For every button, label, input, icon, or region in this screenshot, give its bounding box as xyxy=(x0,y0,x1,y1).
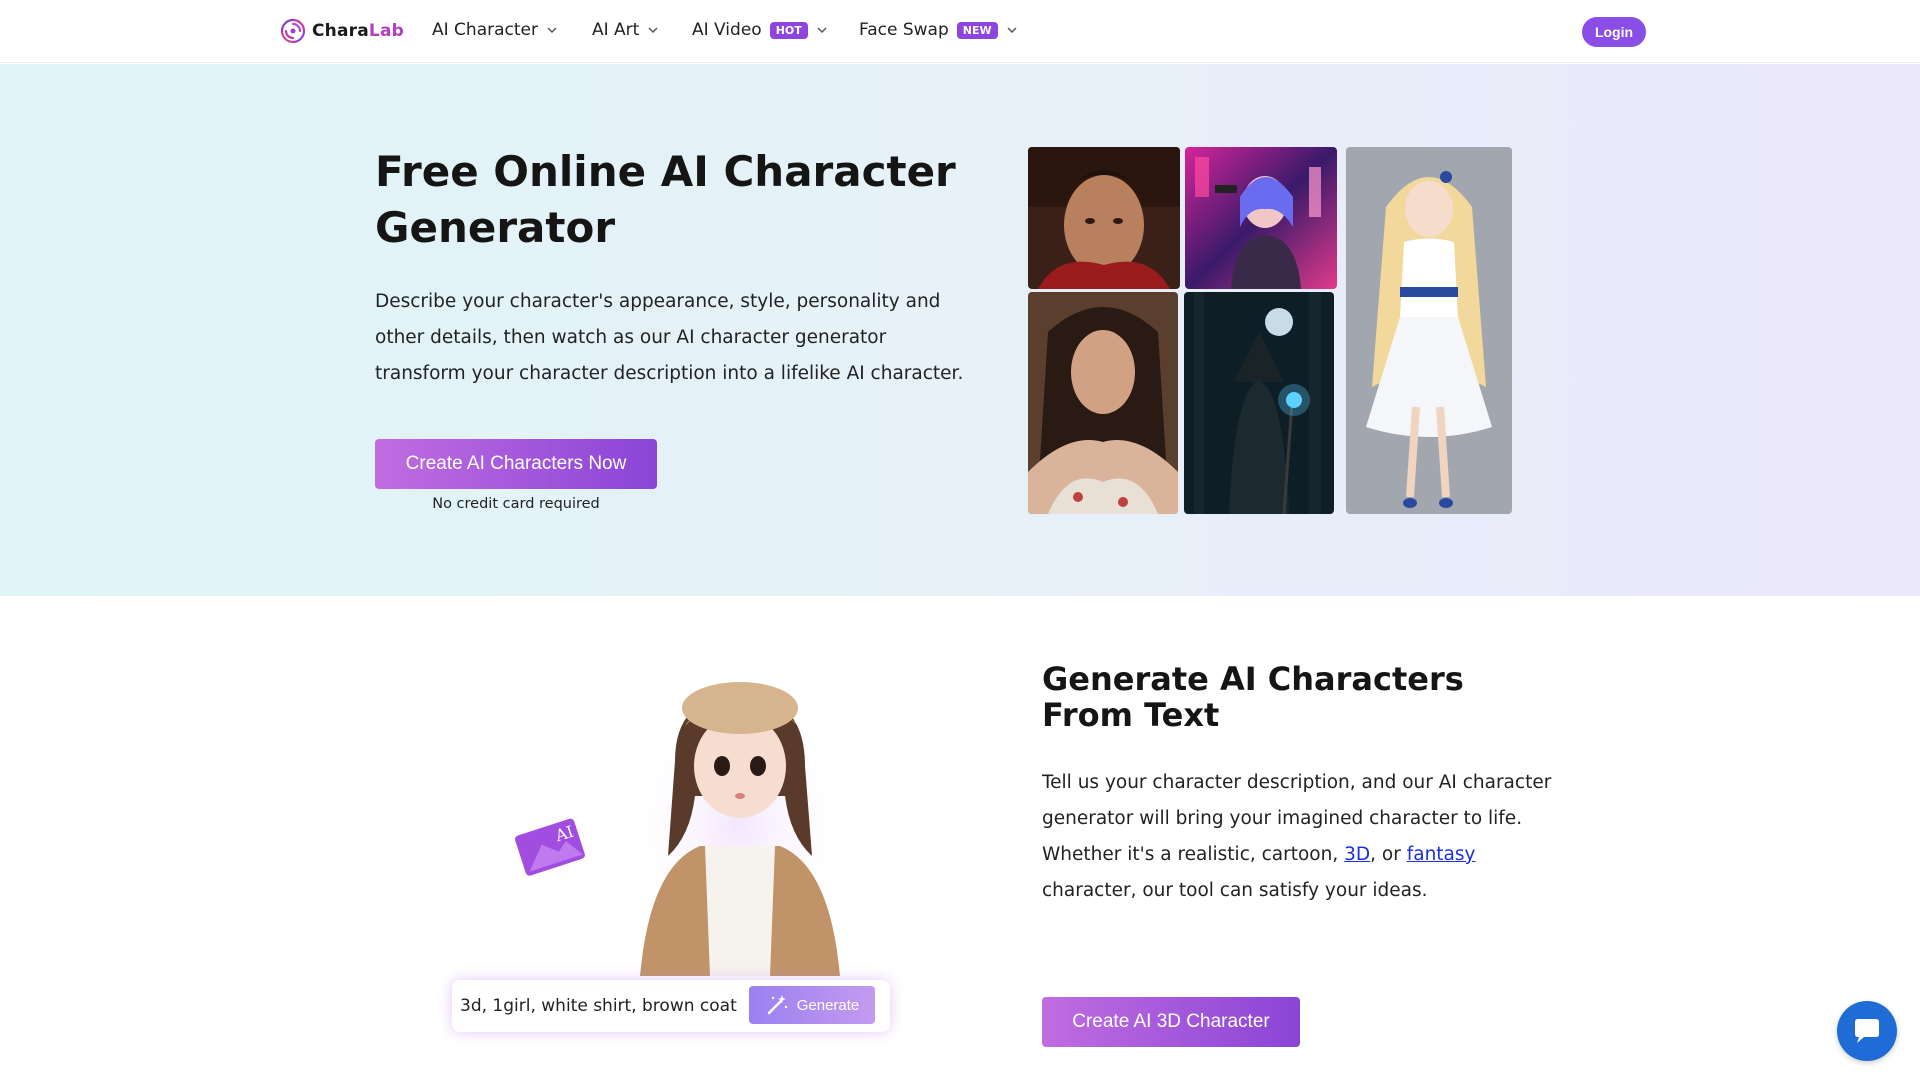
hero-section: Free Online AI Character Generator Descr… xyxy=(0,64,1920,596)
generate-label: Generate xyxy=(796,996,860,1014)
link-3d[interactable]: 3D xyxy=(1344,844,1370,865)
hero-description: Describe your character's appearance, st… xyxy=(375,291,964,384)
login-button[interactable]: Login xyxy=(1582,17,1646,47)
create-ai-3d-character-button[interactable]: Create AI 3D Character xyxy=(1042,997,1300,1047)
sample-image-cyberpunk-girl xyxy=(1185,147,1337,289)
magic-wand-icon xyxy=(767,995,787,1015)
nav-item-label: AI Art xyxy=(592,20,640,40)
chevron-down-icon xyxy=(648,27,658,34)
brand-name-a: Chara xyxy=(312,21,369,41)
nav-ai-video[interactable]: AI Video HOT xyxy=(692,20,828,40)
prompt-text: 3d, 1girl, white shirt, brown coat xyxy=(460,996,737,1016)
hot-badge: HOT xyxy=(769,21,808,39)
top-nav: CharaLab AI Character AI Art AI Video HO… xyxy=(0,0,1920,63)
brand-name-b: Lab xyxy=(368,21,404,41)
nav-item-label: AI Character xyxy=(432,20,538,40)
brand-logo[interactable]: CharaLab xyxy=(278,16,404,46)
chevron-down-icon xyxy=(547,27,557,34)
create-ai-characters-button[interactable]: Create AI Characters Now xyxy=(375,439,657,489)
nav-ai-art[interactable]: AI Art xyxy=(592,20,659,40)
sample-image-man-portrait xyxy=(1028,147,1180,289)
nav-item-label: AI Video xyxy=(692,20,762,40)
desc-text: character, our tool can satisfy your ide… xyxy=(1042,880,1428,901)
nav-item-label: Face Swap xyxy=(859,20,949,40)
section-description: Tell us your character description, and … xyxy=(1042,765,1562,909)
ai-image-icon: AI xyxy=(512,812,588,876)
chat-widget-button[interactable] xyxy=(1837,1001,1897,1061)
brand-logo-icon xyxy=(280,18,306,44)
no-credit-card-note: No credit card required xyxy=(432,496,600,512)
hero-title: Free Online AI Character Generator xyxy=(375,147,956,252)
nav-face-swap[interactable]: Face Swap NEW xyxy=(859,20,1018,40)
sample-image-wizard xyxy=(1184,292,1334,514)
new-badge: NEW xyxy=(956,21,998,39)
link-fantasy[interactable]: fantasy xyxy=(1407,844,1476,865)
sample-image-anime-girl xyxy=(1346,147,1512,514)
chat-bubble-icon xyxy=(1855,1019,1879,1043)
section-title: Generate AI Characters From Text xyxy=(1042,660,1464,734)
prompt-input[interactable]: 3d, 1girl, white shirt, brown coat Gener… xyxy=(452,980,890,1032)
chevron-down-icon xyxy=(817,27,827,34)
generate-button[interactable]: Generate xyxy=(749,986,875,1024)
desc-text: , or xyxy=(1370,844,1407,865)
nav-ai-character[interactable]: AI Character xyxy=(432,20,558,40)
sample-image-woman-portrait xyxy=(1028,292,1178,514)
chevron-down-icon xyxy=(1007,27,1017,34)
